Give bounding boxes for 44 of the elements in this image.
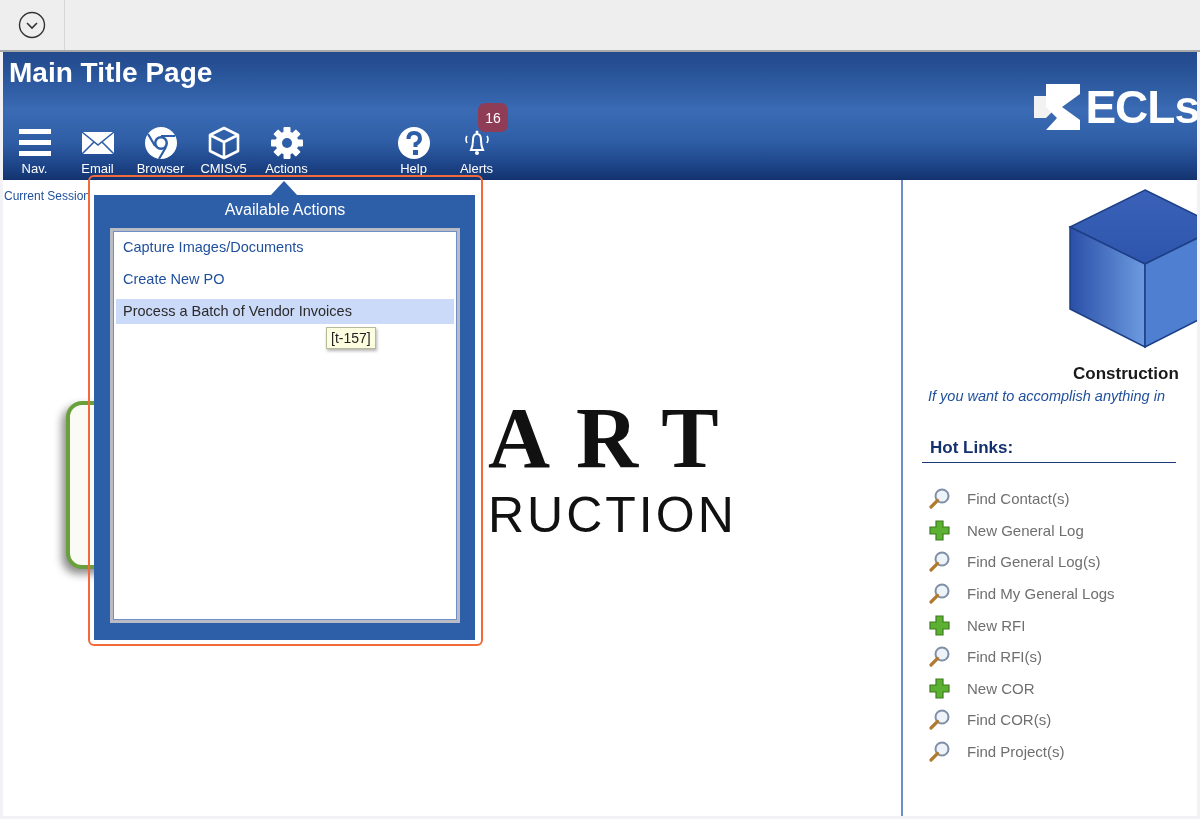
tagline: If you want to accomplish anything in	[927, 387, 1166, 405]
notification-badge: 16	[478, 103, 508, 132]
hot-link[interactable]: Find COR(s)	[929, 704, 1197, 736]
toolbar-button[interactable]: Actions	[255, 126, 318, 176]
hot-link[interactable]: Find RFI(s)	[929, 640, 1197, 673]
hot-link[interactable]: New General Log	[929, 514, 1197, 547]
plus-icon	[929, 519, 950, 541]
search-icon	[929, 551, 950, 573]
page-title: Main Title Page	[8, 56, 214, 89]
hot-link[interactable]: Find General Log(s)	[929, 546, 1197, 578]
plus-icon	[929, 614, 950, 636]
search-icon	[929, 488, 950, 510]
toolbar-button[interactable]: Browser	[129, 126, 192, 176]
search-icon	[929, 646, 950, 668]
hot-link[interactable]: Find Contact(s)	[929, 483, 1197, 515]
logo-mark-icon	[1032, 82, 1083, 132]
help-icon	[396, 126, 431, 160]
caption: Construction	[1072, 364, 1180, 384]
search-icon	[929, 741, 950, 763]
brand-subtitle: RUCTION	[488, 486, 738, 545]
dropdown-button[interactable]	[18, 11, 46, 39]
toolbar-button[interactable]: Email	[66, 126, 129, 176]
action-item[interactable]: Create New PO	[116, 267, 454, 292]
tooltip: [t-157]	[326, 327, 376, 349]
toolbar-button[interactable]: CMISv5	[192, 126, 255, 176]
plus-icon	[929, 677, 950, 699]
settings-icon	[269, 126, 304, 160]
search-icon	[929, 583, 950, 605]
hot-link[interactable]: Find Project(s)	[929, 735, 1197, 768]
cube-icon	[206, 126, 241, 160]
section-heading: Hot Links:	[922, 438, 1176, 463]
popup-title: Available Actions	[223, 200, 347, 220]
action-item[interactable]: Capture Images/Documents	[116, 235, 454, 260]
chevron-down-icon	[18, 11, 46, 39]
aperture-icon	[143, 126, 178, 160]
action-item[interactable]: Process a Batch of Vendor Invoices	[116, 299, 454, 324]
hot-link[interactable]: New RFI	[929, 609, 1197, 641]
hot-link[interactable]: Find My General Logs	[929, 577, 1197, 610]
hot-link[interactable]: New COR	[929, 672, 1197, 705]
search-icon	[929, 709, 950, 731]
toolbar-button[interactable]: Nav.	[3, 126, 66, 176]
toolbar-button[interactable]: Help	[382, 126, 445, 176]
brand-title: ART	[488, 395, 745, 481]
logo-text: ECLs	[1085, 82, 1197, 132]
